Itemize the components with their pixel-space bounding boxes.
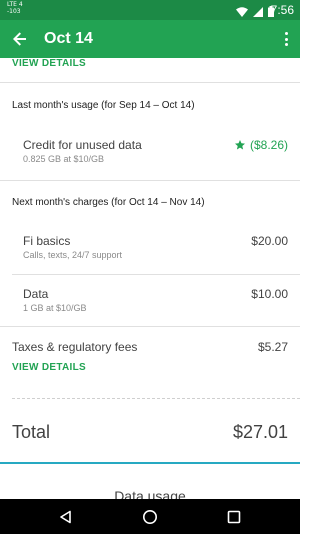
nav-back-button[interactable] xyxy=(56,507,76,527)
credit-label: Credit for unused data xyxy=(23,138,142,152)
fi-basics-label: Fi basics xyxy=(23,234,71,248)
taxes-label: Taxes & regulatory fees xyxy=(12,340,138,354)
nav-recents-button[interactable] xyxy=(224,507,244,527)
divider xyxy=(12,274,300,275)
more-vert-icon-dot xyxy=(284,43,288,46)
fi-basics-sub: Calls, texts, 24/7 support xyxy=(23,250,123,260)
network-dbm-label: -103 xyxy=(7,8,21,15)
home-circle-icon xyxy=(143,510,157,524)
data-usage-section-title[interactable]: Data usage xyxy=(0,488,300,499)
taxes-amount: $5.27 xyxy=(257,340,288,354)
back-triangle-icon xyxy=(60,510,71,524)
view-details-link-taxes[interactable]: VIEW DETAILS xyxy=(12,362,86,373)
divider xyxy=(0,180,300,181)
last-month-title: Last month's usage (for Sep 14 – Oct 14) xyxy=(12,100,195,111)
data-label: Data xyxy=(23,287,49,301)
statement-content[interactable]: VIEW DETAILS Last month's usage (for Sep… xyxy=(0,58,300,499)
status-time: 7:56 xyxy=(270,3,294,17)
network-lte-label: LTE 4 xyxy=(7,1,23,8)
fi-basics-amount: $20.00 xyxy=(251,234,288,248)
more-vert-icon-dot xyxy=(284,37,288,41)
page-title: Oct 14 xyxy=(44,30,93,47)
dashed-divider xyxy=(12,398,300,399)
overflow-menu-button[interactable] xyxy=(282,30,290,48)
next-month-title: Next month's charges (for Oct 14 – Nov 1… xyxy=(12,197,205,208)
recents-square-icon xyxy=(227,510,241,524)
app-bar: Oct 14 xyxy=(0,20,300,58)
system-nav-bar xyxy=(0,499,300,534)
view-details-link-top[interactable]: VIEW DETAILS xyxy=(12,58,86,69)
more-vert-icon-dot xyxy=(284,32,288,35)
credit-sub: 0.825 GB at $10/GB xyxy=(23,154,105,164)
data-amount: $10.00 xyxy=(251,287,288,301)
divider xyxy=(0,326,300,327)
divider xyxy=(0,82,300,83)
nav-home-button[interactable] xyxy=(140,507,160,527)
star-icon xyxy=(235,140,245,150)
section-divider-accent xyxy=(0,462,300,464)
total-amount: $27.01 xyxy=(232,422,288,442)
status-bar: LTE 4 -103 7:56 xyxy=(0,0,300,20)
network-type-label: LTE 4 -103 xyxy=(7,1,23,15)
data-sub: 1 GB at $10/GB xyxy=(23,303,87,313)
credit-amount: ($8.26) xyxy=(249,138,288,152)
arrow-left-icon xyxy=(13,32,26,46)
total-label: Total xyxy=(12,422,51,442)
back-button[interactable] xyxy=(10,29,30,49)
